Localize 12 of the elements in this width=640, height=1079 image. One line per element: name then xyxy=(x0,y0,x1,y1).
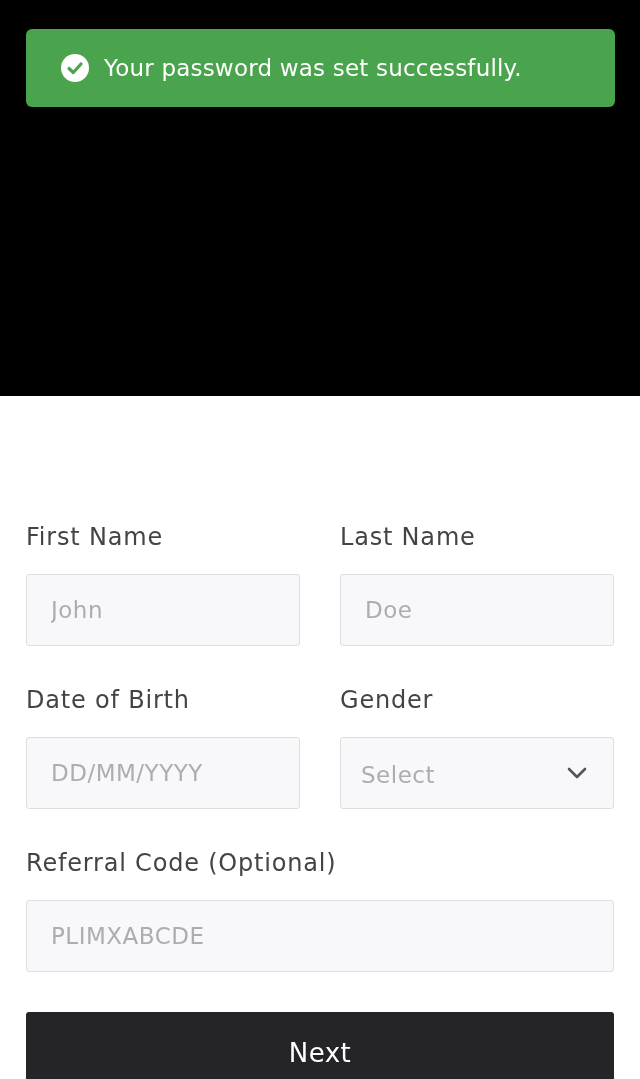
field-label: Referral Code (Optional) xyxy=(26,849,338,877)
input-field[interactable]: Doe xyxy=(340,574,614,646)
check-circle-icon xyxy=(61,54,89,82)
field-label: First Name xyxy=(26,523,164,551)
chevron-down-icon xyxy=(567,767,587,779)
input-field[interactable]: DD/MM/YYYY xyxy=(26,737,300,809)
toast-message: Your password was set successfully. xyxy=(104,53,522,83)
field-label: Date of Birth xyxy=(26,686,191,714)
field-label: Gender xyxy=(340,686,435,714)
next-button[interactable]: Next xyxy=(26,1012,614,1079)
input-field[interactable]: PLIMXABCDE xyxy=(26,900,614,972)
field-label: Last Name xyxy=(340,523,477,551)
